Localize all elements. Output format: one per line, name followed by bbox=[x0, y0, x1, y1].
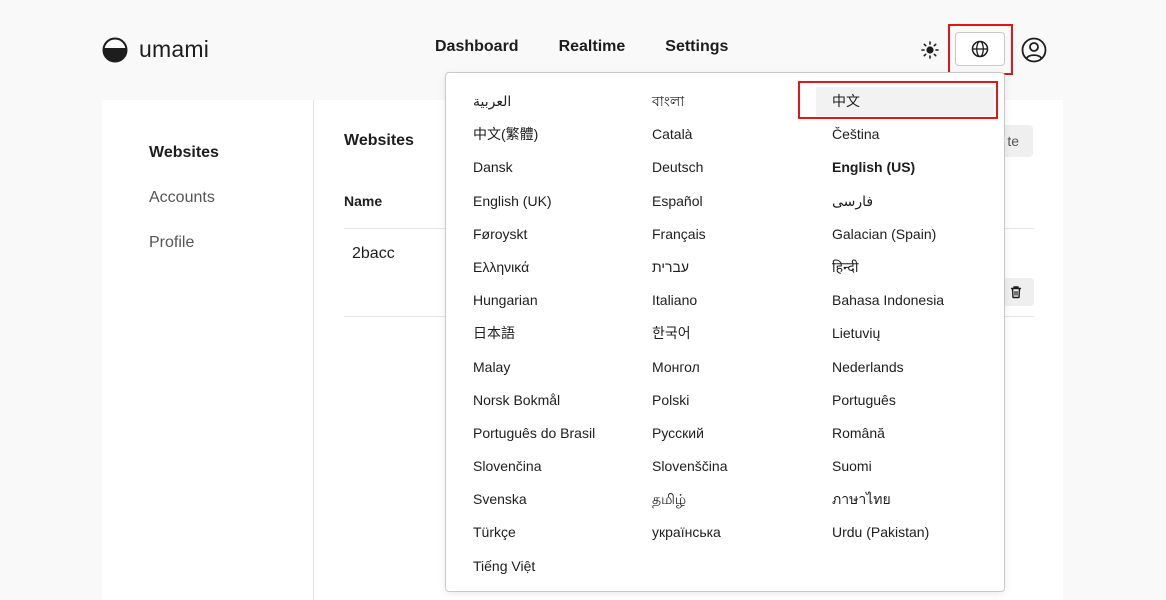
language-option[interactable]: Føroyskt bbox=[473, 226, 527, 243]
language-option[interactable]: Português bbox=[832, 392, 896, 409]
language-option[interactable]: Ελληνικά bbox=[473, 259, 529, 276]
language-option[interactable]: Urdu (Pakistan) bbox=[832, 524, 929, 541]
language-option[interactable]: Hungarian bbox=[473, 292, 538, 309]
language-option[interactable]: Svenska bbox=[473, 491, 527, 508]
language-option[interactable]: العربية bbox=[473, 93, 511, 110]
main-nav: Dashboard Realtime Settings bbox=[435, 38, 728, 56]
globe-icon bbox=[971, 40, 989, 58]
nav-dashboard[interactable]: Dashboard bbox=[435, 38, 519, 56]
nav-realtime[interactable]: Realtime bbox=[559, 38, 626, 56]
language-option[interactable]: Türkçe bbox=[473, 524, 516, 541]
language-option[interactable]: 日本語 bbox=[473, 325, 515, 342]
language-option[interactable]: Suomi bbox=[832, 458, 872, 475]
language-option[interactable]: 한국어 bbox=[652, 325, 691, 342]
language-option[interactable]: Монгол bbox=[652, 359, 700, 376]
selected-option-highlight bbox=[798, 81, 998, 119]
theme-toggle-button[interactable] bbox=[918, 38, 942, 62]
language-option[interactable]: Malay bbox=[473, 359, 510, 376]
sidebar-item-websites[interactable]: Websites bbox=[149, 144, 219, 162]
language-option[interactable]: Français bbox=[652, 226, 706, 243]
language-option[interactable]: Bahasa Indonesia bbox=[832, 292, 944, 309]
language-option[interactable]: Slovenčina bbox=[473, 458, 542, 475]
language-option[interactable]: فارسی bbox=[832, 193, 873, 210]
sun-icon bbox=[921, 41, 939, 59]
language-option[interactable]: Čeština bbox=[832, 126, 879, 143]
language-option[interactable]: Italiano bbox=[652, 292, 697, 309]
sidebar-item-accounts[interactable]: Accounts bbox=[149, 189, 215, 207]
language-option[interactable]: Dansk bbox=[473, 159, 513, 176]
language-button[interactable] bbox=[955, 32, 1005, 66]
language-option[interactable]: বাংলা bbox=[652, 93, 684, 110]
website-name[interactable]: 2bacc bbox=[352, 245, 395, 263]
language-option[interactable]: Română bbox=[832, 425, 885, 442]
page-title: Websites bbox=[344, 132, 414, 149]
language-option[interactable]: Polski bbox=[652, 392, 689, 409]
language-option[interactable]: Nederlands bbox=[832, 359, 904, 376]
language-option[interactable]: 中文(繁體) bbox=[473, 126, 538, 143]
language-menu: العربية 中文(繁體) Dansk English (UK) Føroys… bbox=[445, 72, 1005, 592]
language-option[interactable]: Slovenščina bbox=[652, 458, 728, 475]
language-option[interactable]: Deutsch bbox=[652, 159, 703, 176]
nav-settings[interactable]: Settings bbox=[665, 38, 728, 56]
language-option[interactable]: Galacian (Spain) bbox=[832, 226, 936, 243]
language-option[interactable]: Español bbox=[652, 193, 703, 210]
language-option[interactable]: Português do Brasil bbox=[473, 425, 595, 442]
logo[interactable]: umami bbox=[102, 36, 209, 63]
settings-sidebar: Websites Accounts Profile bbox=[102, 100, 314, 600]
language-option-current[interactable]: English (US) bbox=[832, 159, 915, 176]
sidebar-item-profile[interactable]: Profile bbox=[149, 234, 194, 252]
language-option[interactable]: தமிழ் bbox=[652, 491, 686, 508]
language-option[interactable]: हिन्दी bbox=[832, 259, 858, 276]
umami-logo-icon bbox=[102, 37, 128, 62]
language-option[interactable]: українська bbox=[652, 524, 721, 541]
language-option[interactable]: Tiếng Việt bbox=[473, 558, 535, 575]
language-option[interactable]: עברית bbox=[652, 259, 689, 276]
user-menu-button[interactable] bbox=[1020, 36, 1048, 64]
column-header-name: Name bbox=[344, 193, 383, 209]
language-option[interactable]: Català bbox=[652, 126, 692, 143]
user-circle-icon bbox=[1021, 37, 1047, 63]
language-option[interactable]: English (UK) bbox=[473, 193, 552, 210]
language-option[interactable]: Lietuvių bbox=[832, 325, 880, 342]
language-option[interactable]: Русский bbox=[652, 425, 704, 442]
language-option[interactable]: ภาษาไทย bbox=[832, 491, 891, 508]
app-name: umami bbox=[139, 36, 210, 62]
language-option[interactable]: Norsk Bokmål bbox=[473, 392, 560, 409]
trash-icon bbox=[1011, 286, 1021, 299]
